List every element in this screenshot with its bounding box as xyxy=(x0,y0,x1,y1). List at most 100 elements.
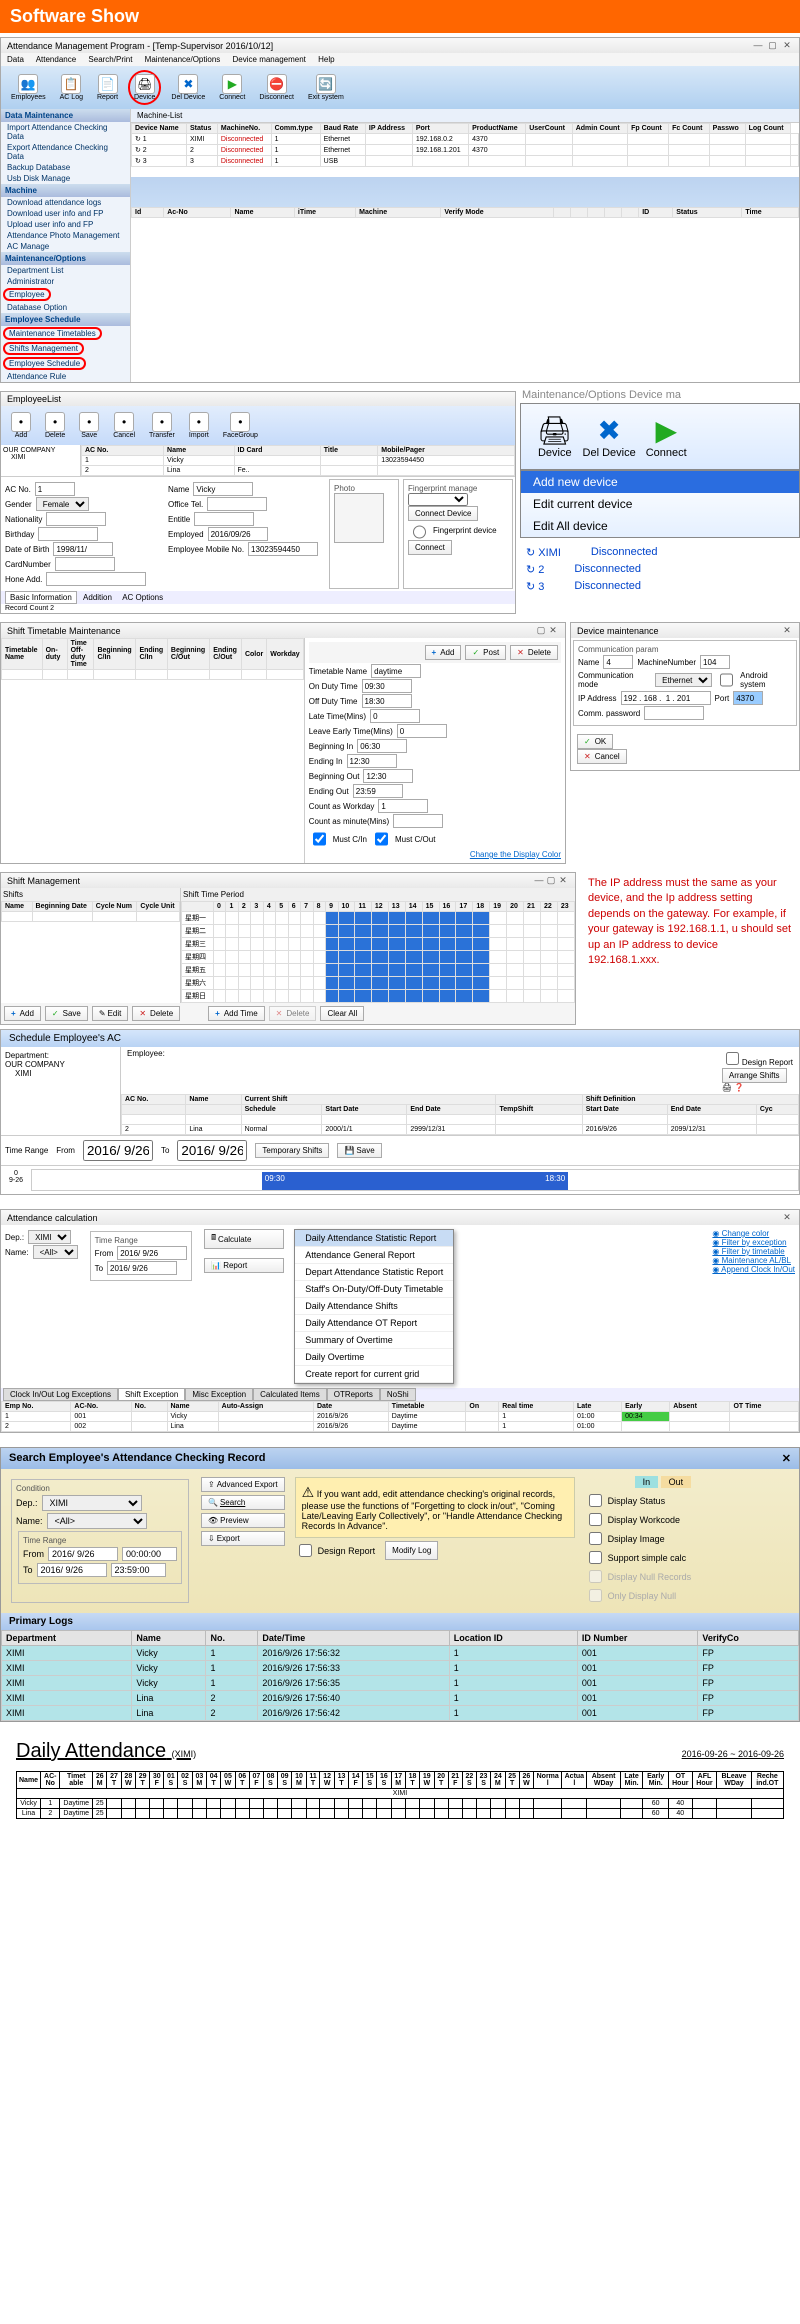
bg-col[interactable]: Verify Mode xyxy=(441,208,554,218)
ml-col[interactable]: Baud Rate xyxy=(320,124,365,134)
stt-f-1[interactable] xyxy=(362,679,412,693)
stt-post-btn[interactable]: Post xyxy=(465,645,506,660)
sched-arrange-btn[interactable]: Arrange Shifts xyxy=(722,1068,787,1083)
ac-from[interactable] xyxy=(117,1246,187,1260)
bg-col[interactable]: Id xyxy=(132,208,164,218)
sched-col1[interactable]: Shift Definition xyxy=(582,1095,798,1105)
bg-col[interactable] xyxy=(588,208,605,218)
connect-device-btn[interactable]: Connect Device xyxy=(408,506,478,521)
menu-data[interactable]: Data xyxy=(7,55,24,64)
big-connect-btn[interactable]: ▶Connect xyxy=(646,414,687,459)
sched-row[interactable]: 2LinaNormal2000/1/12999/12/312016/9/2620… xyxy=(122,1125,799,1135)
tree-admin[interactable]: Administrator xyxy=(1,276,130,287)
emp-col[interactable]: Title xyxy=(320,446,377,456)
menu-help[interactable]: Help xyxy=(318,55,334,64)
ml-col[interactable]: Device Name xyxy=(132,124,187,134)
sched-col1[interactable]: Name xyxy=(186,1095,241,1105)
sr-preview-btn[interactable]: 👁Preview xyxy=(201,1513,285,1528)
sm-close[interactable]: ✕ xyxy=(557,875,569,886)
sm-delete[interactable]: Delete xyxy=(132,1006,180,1021)
sched-col2[interactable] xyxy=(122,1105,186,1115)
in-otel[interactable] xyxy=(207,497,267,511)
bg-col[interactable]: Machine xyxy=(356,208,441,218)
emp-tb-transfer[interactable]: •Transfer xyxy=(145,410,179,441)
rm-item[interactable]: Daily Overtime xyxy=(295,1349,453,1366)
sr-search-btn[interactable]: 🔍Search xyxy=(201,1495,285,1510)
bg-col[interactable]: Status xyxy=(673,208,742,218)
dd-add-device[interactable]: Add new device xyxy=(521,471,799,493)
log-col[interactable]: VerifyCo xyxy=(698,1631,799,1646)
ac-gcol[interactable]: Timetable xyxy=(388,1402,466,1412)
in-card[interactable] xyxy=(55,557,115,571)
sched-col2[interactable]: End Date xyxy=(407,1105,496,1115)
bg-col[interactable]: Ac-No xyxy=(164,208,231,218)
emp-sub[interactable]: XIMI xyxy=(3,454,78,461)
ml-row[interactable]: ↻ 1XIMIDisconnected1Ethernet192.168.0.24… xyxy=(132,134,799,145)
sched-col1[interactable]: Current Shift xyxy=(241,1095,496,1105)
sr-from-time[interactable] xyxy=(122,1547,177,1561)
ml-col[interactable]: ProductName xyxy=(469,124,526,134)
stt-f-6[interactable] xyxy=(347,754,397,768)
sched-col2[interactable]: TempShift xyxy=(496,1105,582,1115)
tb-aclog[interactable]: 📋AC Log xyxy=(56,72,87,103)
sr-name[interactable]: <All> xyxy=(47,1513,147,1529)
log-row[interactable]: XIMIVicky12016/9/26 17:56:351001FP xyxy=(2,1676,799,1691)
ac-sidelink[interactable]: ◉ Change color xyxy=(712,1229,769,1238)
tb-exit[interactable]: 🔄Exit system xyxy=(304,72,348,103)
emp-company[interactable]: OUR COMPANY xyxy=(3,447,78,454)
rm-item[interactable]: Daily Attendance Shifts xyxy=(295,1298,453,1315)
sched-col1[interactable]: AC No. xyxy=(122,1095,186,1105)
stt-f-9[interactable] xyxy=(378,799,428,813)
sm-addtime[interactable]: Add Time xyxy=(208,1006,264,1021)
sr-to[interactable] xyxy=(37,1563,107,1577)
emp-tb-delete[interactable]: •Delete xyxy=(41,410,69,441)
stt-f-4[interactable] xyxy=(397,724,447,738)
tr-to[interactable] xyxy=(177,1140,247,1161)
emp-tb-cancel[interactable]: •Cancel xyxy=(109,410,139,441)
sched-col1[interactable] xyxy=(496,1095,582,1105)
log-row[interactable]: XIMILina22016/9/26 17:56:401001FP xyxy=(2,1691,799,1706)
ac-grow[interactable]: 1001Vicky2016/9/26Daytime101:0000:34 xyxy=(2,1412,799,1422)
dm-ip[interactable] xyxy=(621,691,711,705)
ac-gcol[interactable]: Early xyxy=(622,1402,670,1412)
ml-row[interactable]: ↻ 22Disconnected1Ethernet192.168.1.20143… xyxy=(132,145,799,156)
ac-gcol[interactable]: Absent xyxy=(670,1402,730,1412)
sr-from[interactable] xyxy=(48,1547,118,1561)
in-nat[interactable] xyxy=(46,512,106,526)
in-employed[interactable] xyxy=(208,527,268,541)
rm-item[interactable]: Staff's On-Duty/Off-Duty Timetable xyxy=(295,1281,453,1298)
sched-col2[interactable]: Start Date xyxy=(582,1105,667,1115)
stt-must-cout[interactable] xyxy=(375,832,388,846)
sched-sub[interactable]: XIMI xyxy=(5,1069,116,1078)
dd-edit-current[interactable]: Edit current device xyxy=(521,493,799,515)
ml-row[interactable]: ↻ 33Disconnected1USB xyxy=(132,156,799,167)
tb-connect[interactable]: ▶Connect xyxy=(215,72,249,103)
menu-attendance[interactable]: Attendance xyxy=(36,55,76,64)
in-bday[interactable] xyxy=(38,527,98,541)
ml-col[interactable]: MachineNo. xyxy=(217,124,271,134)
menu-maintenance[interactable]: Maintenance/Options xyxy=(145,55,221,64)
log-row[interactable]: XIMIVicky12016/9/26 17:56:331001FP xyxy=(2,1661,799,1676)
sched-row[interactable]: 1VickyNormal2000/1/12999/12/312016/9/262… xyxy=(122,1115,799,1125)
tb-device[interactable]: 🖨Device xyxy=(128,70,161,105)
ml-col[interactable]: Admin Count xyxy=(572,124,627,134)
emp-row[interactable]: 2LinaFe.. xyxy=(82,466,515,476)
sr-modify-btn[interactable]: Modify Log xyxy=(385,1541,438,1560)
tree-timetables[interactable]: Maintenance Timetables xyxy=(3,327,102,340)
ml-col[interactable]: Log Count xyxy=(745,124,791,134)
log-col[interactable]: Location ID xyxy=(449,1631,577,1646)
in-addr[interactable] xyxy=(46,572,146,586)
stt-f-7[interactable] xyxy=(363,769,413,783)
ac-gcol[interactable]: AC-No. xyxy=(71,1402,131,1412)
dm-name[interactable] xyxy=(603,655,633,669)
ac-gcol[interactable]: On xyxy=(466,1402,499,1412)
stt-f-5[interactable] xyxy=(357,739,407,753)
ac-sidelink[interactable]: ◉ Filter by exception xyxy=(712,1238,786,1247)
ac-gcol[interactable]: Auto-Assign xyxy=(218,1402,313,1412)
stt-col[interactable]: Timetable Name xyxy=(2,639,43,670)
search-close[interactable]: ✕ xyxy=(782,1452,791,1465)
sm-lcol[interactable]: Cycle Unit xyxy=(137,902,180,912)
tb-disconnect[interactable]: ⛔Disconnect xyxy=(255,72,298,103)
emp-row[interactable]: 1Vicky13023594450 xyxy=(82,456,515,466)
stt-col[interactable]: Beginning C/In xyxy=(94,639,136,670)
